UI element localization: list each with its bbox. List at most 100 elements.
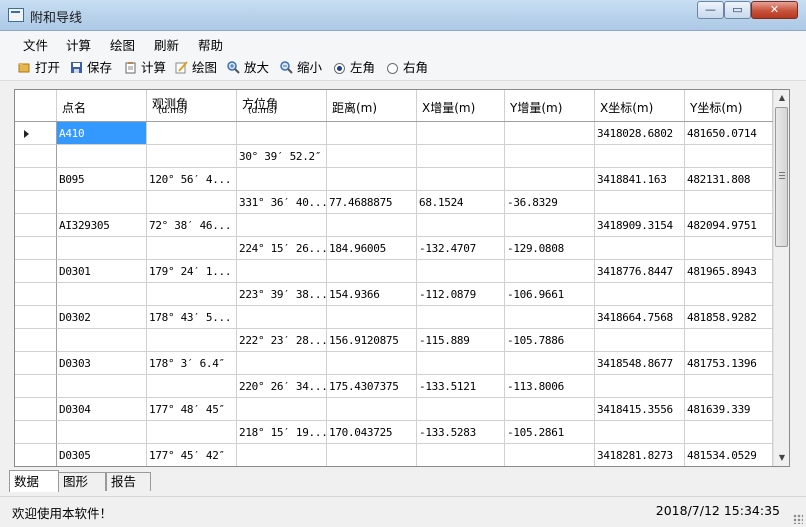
calculate-button[interactable]: 计算 bbox=[124, 59, 166, 77]
row-header[interactable] bbox=[15, 329, 57, 352]
cell-y-increment[interactable]: -105.7886 bbox=[505, 329, 595, 352]
cell-x-increment[interactable]: -115.889 bbox=[417, 329, 505, 352]
row-header[interactable] bbox=[15, 306, 57, 329]
cell-x-coordinate[interactable]: 3418841.163 bbox=[595, 168, 685, 191]
cell-x-coordinate[interactable]: 3418776.8447 bbox=[595, 260, 685, 283]
cell-azimuth[interactable] bbox=[237, 398, 327, 421]
cell-distance[interactable] bbox=[327, 122, 417, 145]
cell-x-coordinate[interactable] bbox=[595, 421, 685, 444]
cell-distance[interactable] bbox=[327, 352, 417, 375]
cell-x-coordinate[interactable]: 3418281.8273 bbox=[595, 444, 685, 466]
cell-observed-angle[interactable]: 178° 3′ 6.4″ bbox=[147, 352, 237, 375]
open-button[interactable]: 打开 bbox=[18, 59, 60, 77]
cell-y-coordinate[interactable] bbox=[685, 145, 773, 168]
cell-observed-angle[interactable]: 178° 43′ 5... bbox=[147, 306, 237, 329]
cell-distance[interactable] bbox=[327, 444, 417, 466]
cell-observed-angle[interactable] bbox=[147, 191, 237, 214]
cell-x-coordinate[interactable] bbox=[595, 145, 685, 168]
menu-file[interactable]: 文件 bbox=[23, 35, 48, 54]
cell-y-increment[interactable] bbox=[505, 214, 595, 237]
close-button[interactable]: ✕ bbox=[751, 1, 798, 19]
cell-distance[interactable] bbox=[327, 168, 417, 191]
cell-y-increment[interactable]: -106.9661 bbox=[505, 283, 595, 306]
menu-calculate[interactable]: 计算 bbox=[66, 35, 91, 54]
cell-x-increment[interactable] bbox=[417, 260, 505, 283]
zoom-in-button[interactable]: 放大 bbox=[227, 59, 269, 77]
cell-x-increment[interactable] bbox=[417, 214, 505, 237]
cell-x-coordinate[interactable]: 3418028.6802 bbox=[595, 122, 685, 145]
column-header-azimuth[interactable]: 方位角 (d.ms) bbox=[237, 90, 327, 121]
cell-observed-angle[interactable]: 72° 38′ 46... bbox=[147, 214, 237, 237]
cell-y-coordinate[interactable]: 481753.1396 bbox=[685, 352, 773, 375]
cell-azimuth[interactable] bbox=[237, 352, 327, 375]
cell-observed-angle[interactable] bbox=[147, 421, 237, 444]
cell-distance[interactable]: 184.96005 bbox=[327, 237, 417, 260]
cell-x-increment[interactable]: -133.5121 bbox=[417, 375, 505, 398]
cell-x-coordinate[interactable]: 3418415.3556 bbox=[595, 398, 685, 421]
cell-point-name[interactable]: D0301 bbox=[57, 260, 147, 283]
row-header[interactable] bbox=[15, 145, 57, 168]
cell-x-increment[interactable]: -132.4707 bbox=[417, 237, 505, 260]
cell-y-increment[interactable]: -105.2861 bbox=[505, 421, 595, 444]
cell-x-coordinate[interactable] bbox=[595, 283, 685, 306]
row-header[interactable] bbox=[15, 283, 57, 306]
cell-x-increment[interactable] bbox=[417, 398, 505, 421]
menu-draw[interactable]: 绘图 bbox=[110, 35, 135, 54]
cell-distance[interactable]: 170.043725 bbox=[327, 421, 417, 444]
column-header-observed-angle[interactable]: 观测角 (d.ms) bbox=[147, 90, 237, 121]
tab-report[interactable]: 报告 bbox=[106, 472, 151, 491]
column-header-x-increment[interactable]: X增量(m) bbox=[417, 90, 505, 121]
cell-observed-angle[interactable] bbox=[147, 145, 237, 168]
cell-y-increment[interactable] bbox=[505, 122, 595, 145]
cell-distance[interactable]: 175.4307375 bbox=[327, 375, 417, 398]
draw-button[interactable]: 绘图 bbox=[175, 59, 217, 77]
cell-point-name[interactable] bbox=[57, 237, 147, 260]
cell-distance[interactable] bbox=[327, 145, 417, 168]
row-header[interactable] bbox=[15, 237, 57, 260]
cell-x-increment[interactable] bbox=[417, 352, 505, 375]
cell-observed-angle[interactable] bbox=[147, 237, 237, 260]
cell-x-coordinate[interactable]: 3418664.7568 bbox=[595, 306, 685, 329]
cell-x-increment[interactable]: -133.5283 bbox=[417, 421, 505, 444]
column-header-y-increment[interactable]: Y增量(m) bbox=[505, 90, 595, 121]
cell-x-increment[interactable] bbox=[417, 122, 505, 145]
tab-graphics[interactable]: 图形 bbox=[58, 472, 106, 491]
zoom-out-button[interactable]: 缩小 bbox=[280, 59, 322, 77]
cell-x-increment[interactable]: 68.1524 bbox=[417, 191, 505, 214]
cell-point-name[interactable] bbox=[57, 421, 147, 444]
row-header[interactable] bbox=[15, 444, 57, 466]
cell-y-increment[interactable] bbox=[505, 168, 595, 191]
cell-x-coordinate[interactable]: 3418909.3154 bbox=[595, 214, 685, 237]
resize-grip-icon[interactable] bbox=[793, 514, 803, 524]
cell-distance[interactable] bbox=[327, 398, 417, 421]
cell-y-coordinate[interactable] bbox=[685, 421, 773, 444]
cell-azimuth[interactable] bbox=[237, 122, 327, 145]
minimize-button[interactable]: — bbox=[697, 1, 724, 19]
cell-distance[interactable]: 154.9366 bbox=[327, 283, 417, 306]
cell-point-name[interactable] bbox=[57, 145, 147, 168]
cell-y-increment[interactable]: -113.8006 bbox=[505, 375, 595, 398]
cell-x-increment[interactable] bbox=[417, 444, 505, 466]
cell-observed-angle[interactable] bbox=[147, 122, 237, 145]
cell-point-name[interactable]: D0303 bbox=[57, 352, 147, 375]
row-header[interactable] bbox=[15, 168, 57, 191]
cell-observed-angle[interactable]: 179° 24′ 1... bbox=[147, 260, 237, 283]
cell-distance[interactable]: 77.4688875 bbox=[327, 191, 417, 214]
cell-azimuth[interactable] bbox=[237, 306, 327, 329]
cell-x-coordinate[interactable] bbox=[595, 329, 685, 352]
cell-y-coordinate[interactable]: 481639.339 bbox=[685, 398, 773, 421]
maximize-button[interactable]: ▭ bbox=[724, 1, 751, 19]
cell-y-coordinate[interactable]: 482094.9751 bbox=[685, 214, 773, 237]
cell-azimuth[interactable]: 224° 15′ 26... bbox=[237, 237, 327, 260]
cell-observed-angle[interactable]: 177° 45′ 42″ bbox=[147, 444, 237, 466]
cell-azimuth[interactable] bbox=[237, 444, 327, 466]
cell-observed-angle[interactable] bbox=[147, 283, 237, 306]
cell-y-coordinate[interactable]: 481965.8943 bbox=[685, 260, 773, 283]
row-header[interactable] bbox=[15, 375, 57, 398]
cell-azimuth[interactable]: 222° 23′ 28... bbox=[237, 329, 327, 352]
cell-point-name[interactable]: D0302 bbox=[57, 306, 147, 329]
cell-y-coordinate[interactable] bbox=[685, 191, 773, 214]
row-header[interactable] bbox=[15, 214, 57, 237]
cell-point-name[interactable]: A410 bbox=[57, 122, 147, 145]
column-header-x-coordinate[interactable]: X坐标(m) bbox=[595, 90, 685, 121]
